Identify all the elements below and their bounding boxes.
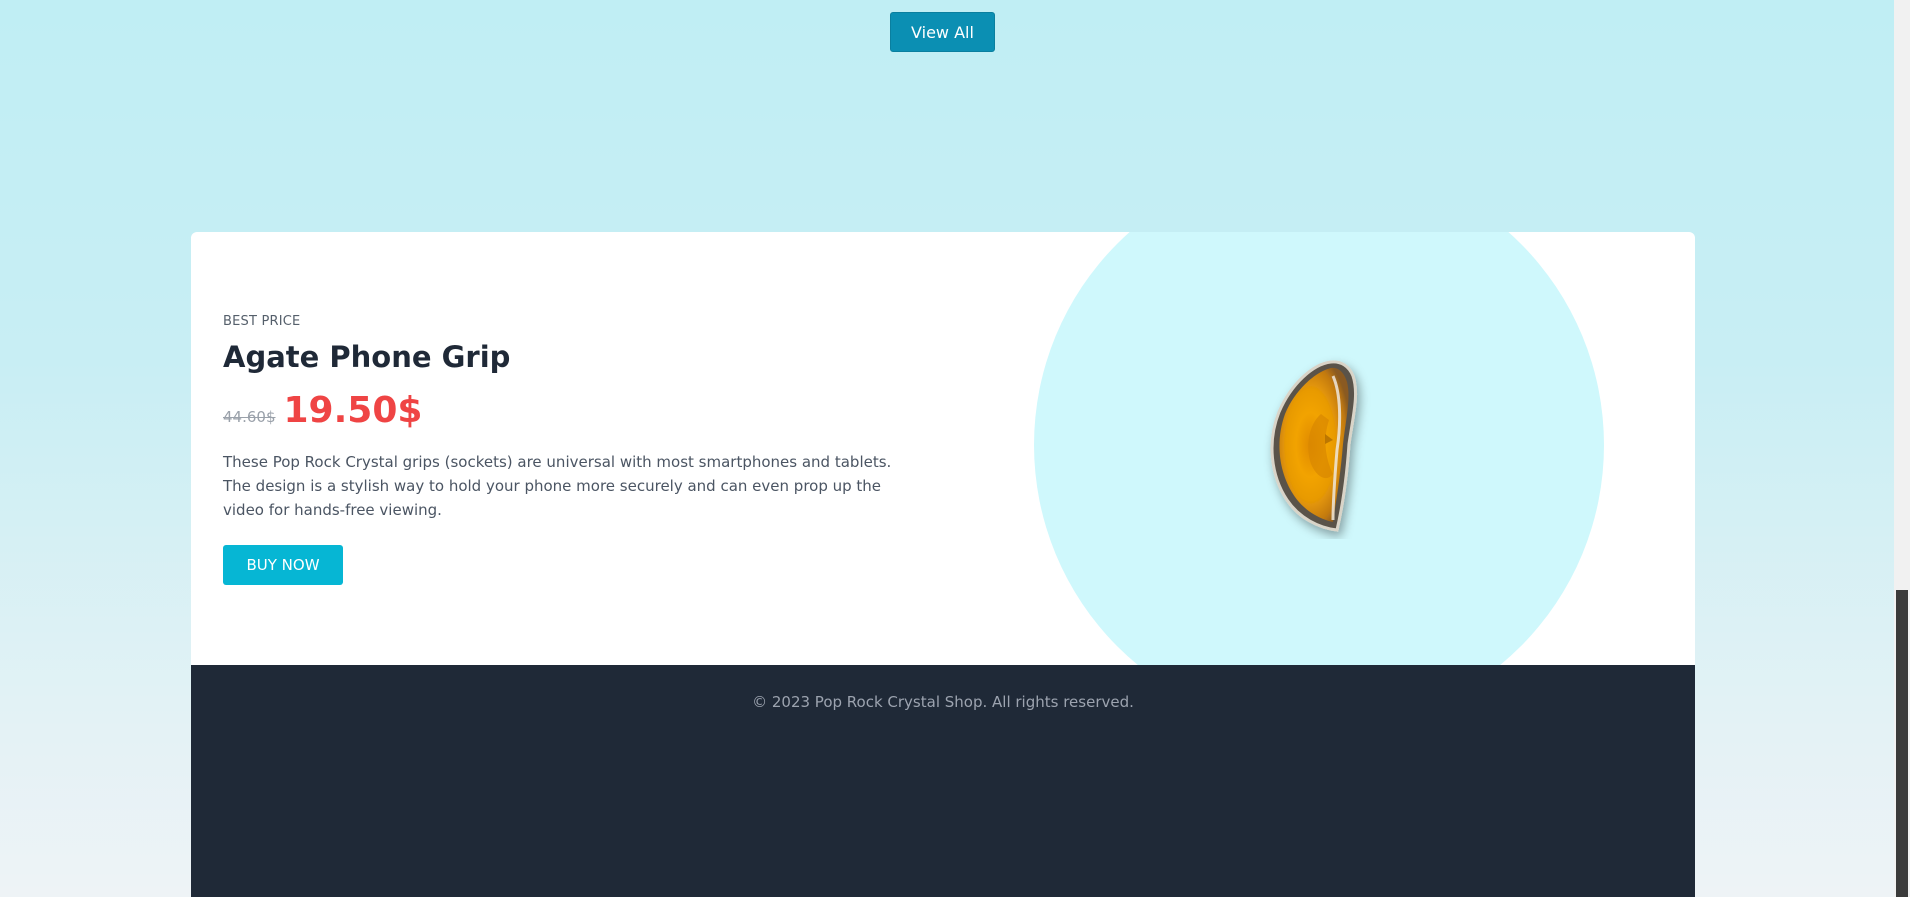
product-description: These Pop Rock Crystal grips (sockets) a…: [223, 453, 892, 519]
sale-price: 19.50$: [283, 390, 423, 431]
copyright-text: © 2023 Pop Rock Crystal Shop. All rights…: [752, 693, 1134, 711]
old-price: 44.60$: [223, 408, 276, 426]
buy-now-button[interactable]: BUY NOW: [223, 545, 343, 585]
footer: © 2023 Pop Rock Crystal Shop. All rights…: [191, 665, 1695, 897]
agate-phone-grip-image: [1270, 360, 1358, 532]
best-price-label: BEST PRICE: [223, 314, 301, 329]
scrollbar-thumb[interactable]: [1896, 590, 1908, 897]
page: View All BEST PRICE Agate Phone Grip 44.…: [0, 0, 1894, 897]
price-row: 44.60$ 19.50$: [223, 390, 422, 431]
product-title: Agate Phone Grip: [223, 340, 511, 374]
best-price-card: BEST PRICE Agate Phone Grip 44.60$ 19.50…: [191, 232, 1695, 665]
scrollbar-track[interactable]: [1894, 0, 1910, 897]
view-all-button[interactable]: View All: [890, 12, 995, 52]
